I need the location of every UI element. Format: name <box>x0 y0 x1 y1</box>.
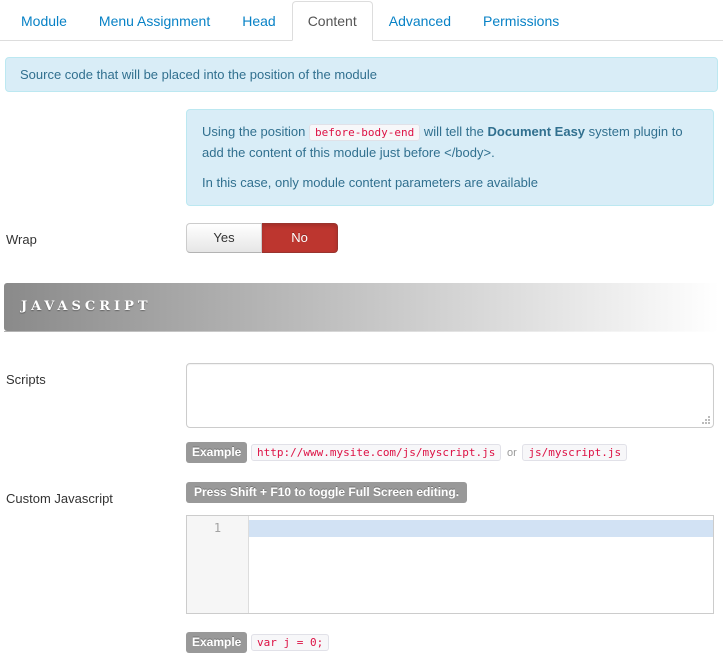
tab-head-label[interactable]: Head <box>226 1 291 41</box>
tab-advanced[interactable]: Advanced <box>373 1 467 41</box>
tab-advanced-label[interactable]: Advanced <box>373 1 467 41</box>
position-info-paragraph-2: In this case, only module content parame… <box>202 173 698 193</box>
tab-menu-assignment-label[interactable]: Menu Assignment <box>83 1 226 41</box>
tab-permissions-label[interactable]: Permissions <box>467 1 575 41</box>
position-info-box: Using the position before-body-end will … <box>186 109 714 206</box>
editor-line-number-gutter: 1 <box>187 516 249 613</box>
custom-javascript-example-badge: Example <box>186 632 247 653</box>
editor-active-line <box>249 520 713 537</box>
fullscreen-hint-badge: Press Shift + F10 to toggle Full Screen … <box>186 482 467 503</box>
line-number: 1 <box>214 521 221 535</box>
wrap-toggle: Yes No <box>186 223 338 253</box>
tab-bar: Module Menu Assignment Head Content Adva… <box>0 0 723 41</box>
editor-text-area[interactable] <box>249 516 713 613</box>
tab-content[interactable]: Content <box>292 1 373 41</box>
scripts-example-badge: Example <box>186 442 247 463</box>
wrap-no-button[interactable]: No <box>262 223 338 253</box>
or-text: or <box>507 447 517 459</box>
source-code-alert-text: Source code that will be placed into the… <box>20 67 377 82</box>
document-easy-name: Document Easy <box>488 124 586 139</box>
scripts-textarea[interactable] <box>186 363 714 428</box>
tab-content-label[interactable]: Content <box>292 1 373 41</box>
script-url-example-code: http://www.mysite.com/js/myscript.js <box>251 444 501 461</box>
source-code-alert: Source code that will be placed into the… <box>5 57 718 92</box>
before-body-end-code: before-body-end <box>309 124 420 141</box>
scripts-field-row: Scripts Example http://www.mysite.com/js… <box>0 363 723 463</box>
script-relative-example-code: js/myscript.js <box>522 444 627 461</box>
javascript-section-title: JAVASCRIPT <box>21 299 152 314</box>
tab-menu-assignment[interactable]: Menu Assignment <box>83 1 226 41</box>
custom-javascript-editor[interactable]: 1 <box>186 515 714 614</box>
custom-javascript-field-row: Custom Javascript Press Shift + F10 to t… <box>0 482 723 653</box>
javascript-section-header: JAVASCRIPT <box>4 283 719 331</box>
custom-javascript-example-line: Example var j = 0; <box>186 632 714 653</box>
position-info-paragraph-1: Using the position before-body-end will … <box>202 122 698 163</box>
custom-javascript-label: Custom Javascript <box>0 482 186 653</box>
scripts-label: Scripts <box>0 363 186 463</box>
textarea-resize-handle[interactable] <box>701 415 711 425</box>
tab-permissions[interactable]: Permissions <box>467 1 575 41</box>
info-text-1: Using the position <box>202 124 309 139</box>
scripts-example-line: Example http://www.mysite.com/js/myscrip… <box>186 442 714 463</box>
var-example-code: var j = 0; <box>251 634 329 651</box>
wrap-yes-button[interactable]: Yes <box>186 223 262 253</box>
info-text-2: will tell the <box>420 124 487 139</box>
wrap-field-row: Wrap Yes No <box>0 223 723 253</box>
tab-module-label[interactable]: Module <box>5 1 83 41</box>
wrap-label: Wrap <box>0 223 186 253</box>
tab-module[interactable]: Module <box>5 1 83 41</box>
tab-head[interactable]: Head <box>226 1 291 41</box>
